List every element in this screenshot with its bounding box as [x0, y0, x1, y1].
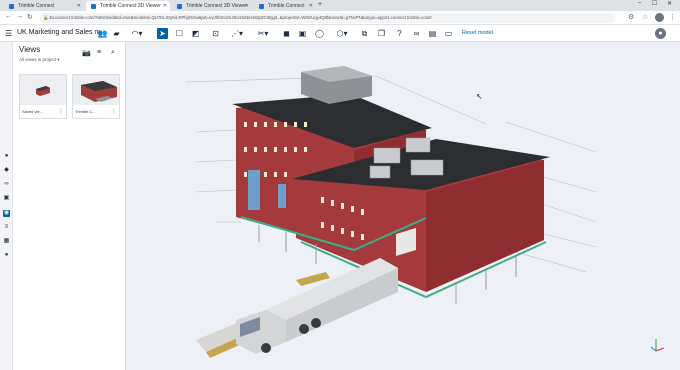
comment-icon[interactable]: ▭: [443, 28, 454, 39]
url-field[interactable]: 🔒 3d.connect.trimble.com/?isEmbedded=tru…: [40, 13, 615, 23]
cube-view-dropdown[interactable]: ⬡▾: [332, 28, 352, 39]
folder-icon[interactable]: ▰: [111, 28, 122, 39]
maximize-icon[interactable]: ☐: [652, 0, 657, 7]
reload-icon[interactable]: ↻: [27, 13, 33, 21]
building-model-render: [185, 66, 597, 358]
view-thumbnail[interactable]: Trimble C... ⋮: [72, 74, 120, 119]
browser-tab[interactable]: Trimble Connect ✕: [4, 1, 84, 11]
camera-icon[interactable]: ▤: [427, 28, 438, 39]
project-name[interactable]: UK Marketing and Sales m...: [17, 29, 106, 36]
close-window-icon[interactable]: ✕: [667, 0, 672, 7]
view-name: Saved vie...: [22, 109, 43, 114]
ellipse-icon[interactable]: ◯: [314, 28, 325, 39]
view-preview-image: [73, 75, 119, 105]
layers-icon[interactable]: ⧉: [359, 28, 370, 39]
trimble-favicon: [259, 4, 264, 9]
help-circle-icon[interactable]: ●: [3, 252, 10, 259]
new-tab-button[interactable]: +: [318, 1, 322, 8]
tab-label: Trimble Connect: [268, 3, 305, 9]
tab-label: Trimble Connect: [18, 3, 55, 9]
checklist-icon[interactable]: ▣: [3, 195, 10, 202]
help-icon[interactable]: ?: [394, 28, 405, 39]
section-tool-dropdown[interactable]: ✂▾: [253, 28, 273, 39]
mouse-cursor-icon: ↖: [476, 92, 483, 101]
select-tool-icon[interactable]: ➤: [157, 28, 168, 39]
tab-label: Trimble Connect 3D Viewer: [186, 3, 247, 9]
lock-icon: 🔒: [43, 15, 49, 20]
box-select-icon[interactable]: ☐: [174, 28, 185, 39]
point-tool-dropdown[interactable]: ⋰▾: [227, 28, 247, 39]
table-icon[interactable]: ▦: [3, 238, 10, 245]
browser-tab-active[interactable]: Trimble Connect 3D Viewer ✕: [86, 1, 170, 11]
view-preview-image: [20, 75, 66, 105]
clip-box-icon[interactable]: ▣: [297, 28, 308, 39]
address-bar: ← → ↻ 🔒 3d.connect.trimble.com/?isEmbedd…: [0, 11, 680, 25]
panel-title: Views: [19, 45, 41, 54]
close-tab-icon[interactable]: ✕: [245, 3, 249, 9]
view-more-icon[interactable]: ⋮: [58, 108, 64, 115]
browser-tab[interactable]: Trimble Connect ✕: [254, 1, 316, 11]
settings-icon[interactable]: ⚙: [628, 13, 634, 21]
minimize-icon[interactable]: –: [638, 0, 641, 6]
view-name: Trimble C...: [75, 109, 96, 114]
view-more-icon[interactable]: ⋮: [111, 108, 117, 115]
trimble-favicon: [9, 4, 14, 9]
link-icon[interactable]: ∞: [411, 28, 422, 39]
browser-tab[interactable]: Trimble Connect 3D Viewer ✕: [172, 1, 252, 11]
reset-model-button[interactable]: Reset model: [462, 30, 493, 36]
trimble-favicon: [91, 4, 96, 9]
menu-icon[interactable]: ☰: [5, 29, 12, 38]
close-tab-icon[interactable]: ✕: [309, 3, 313, 9]
layers-stack-icon[interactable]: ◆: [3, 167, 10, 174]
search-icon[interactable]: ⌕: [111, 49, 115, 57]
views-camera-icon[interactable]: ◉: [3, 210, 10, 217]
view-thumbnail[interactable]: Saved vie... ⋮: [19, 74, 67, 119]
filter-label: All views in project: [19, 57, 57, 62]
axis-gizmo-icon: [650, 339, 665, 352]
trimble-favicon: [177, 4, 182, 9]
profile-icon[interactable]: [655, 13, 664, 22]
close-tab-icon[interactable]: ✕: [77, 3, 81, 9]
sort-icon[interactable]: ≡: [97, 49, 101, 56]
list-icon[interactable]: ≡: [3, 224, 10, 231]
markup-icon[interactable]: ◼: [281, 28, 292, 39]
add-view-camera-icon[interactable]: 📷: [82, 49, 91, 57]
copy-icon[interactable]: ❐: [376, 28, 387, 39]
close-tab-icon[interactable]: ✕: [163, 3, 167, 9]
link-icon[interactable]: ∞: [3, 181, 10, 188]
browser-tab-bar: Trimble Connect ✕ Trimble Connect 3D View…: [0, 0, 680, 11]
browser-menu-icon[interactable]: ⋮: [669, 13, 676, 21]
measure-icon[interactable]: ⊡: [210, 28, 221, 39]
back-icon[interactable]: ←: [5, 13, 12, 20]
left-icon-rail: ● ◆ ∞ ▣ ◉ ≡ ▦ ●: [0, 42, 13, 370]
share-users-icon[interactable]: 👥: [97, 28, 108, 39]
forward-icon[interactable]: →: [16, 13, 23, 20]
bookmark-star-icon[interactable]: ☆: [642, 13, 648, 21]
views-filter-dropdown[interactable]: All views in project ▾: [19, 57, 60, 63]
views-panel: Views All views in project ▾ 📷 ≡ ⌕ Saved…: [13, 42, 126, 370]
user-avatar-icon[interactable]: ●: [655, 28, 666, 39]
app-toolbar: ☰ UK Marketing and Sales m... 👥 ▰ ◠▾ ➤ ☐…: [0, 25, 680, 42]
orbit-tool-dropdown[interactable]: ◠▾: [127, 28, 147, 39]
tab-label: Trimble Connect 3D Viewer: [100, 3, 161, 9]
info-icon[interactable]: ●: [3, 153, 10, 160]
3d-viewport[interactable]: ↖: [126, 42, 680, 370]
render-mode-icon[interactable]: ◩: [190, 28, 201, 39]
url-text: 3d.connect.trimble.com/?isEmbedded=true&…: [49, 15, 432, 20]
